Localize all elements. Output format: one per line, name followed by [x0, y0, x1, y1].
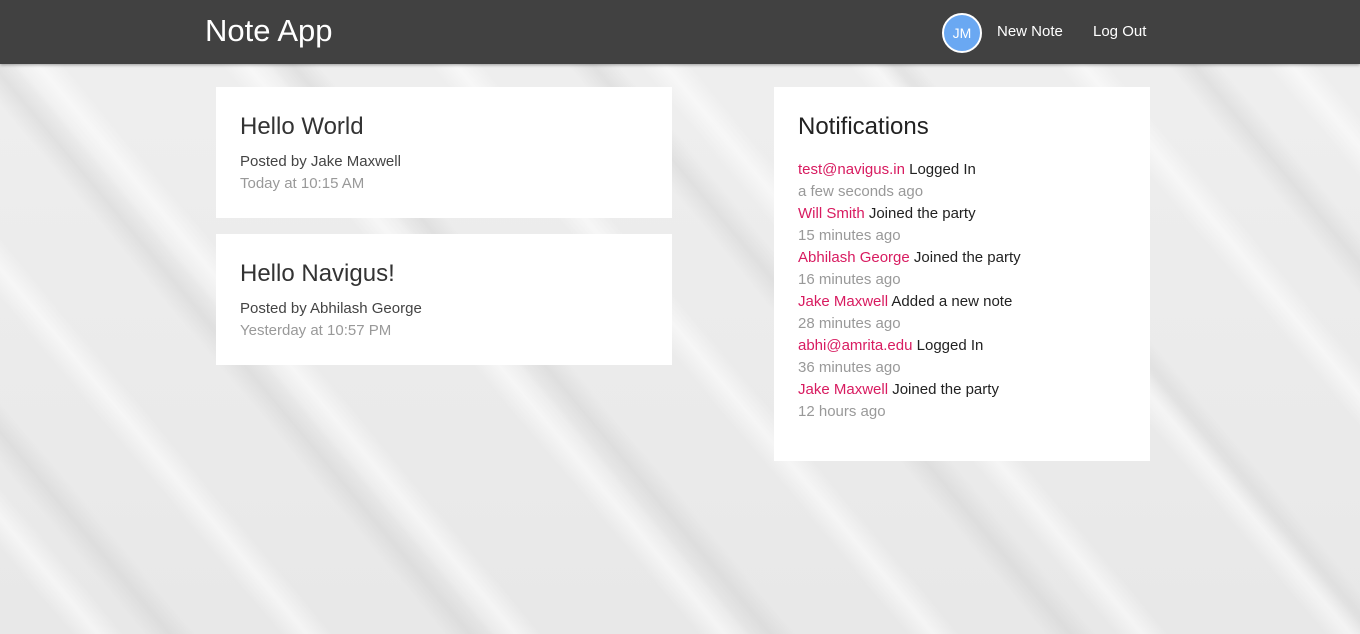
notification-time: 15 minutes ago [798, 227, 901, 244]
notification-user-link[interactable]: Will Smith [798, 205, 865, 222]
notification-user-link[interactable]: abhi@amrita.edu [798, 337, 912, 354]
notifications-title: Notifications [798, 113, 929, 140]
notification-action: Joined the party [892, 381, 999, 398]
notification-user-link[interactable]: test@navigus.in [798, 161, 905, 178]
notifications-list: test@navigus.in Logged In a few seconds … [798, 159, 1138, 423]
note-card[interactable]: Hello World Posted by Jake Maxwell Today… [216, 87, 672, 218]
notification-item: Jake Maxwell Joined the party 12 hours a… [798, 379, 1138, 423]
notification-action: Joined the party [913, 249, 1021, 266]
new-note-link[interactable]: New Note [997, 23, 1063, 41]
notification-action: Added a new note [891, 293, 1013, 310]
notification-action: Logged In [916, 337, 984, 354]
notification-item: Abhilash George Joined the party 16 minu… [798, 247, 1138, 291]
notifications-panel: Notifications test@navigus.in Logged In … [774, 87, 1150, 461]
notification-time: 16 minutes ago [798, 271, 901, 288]
notification-item: Jake Maxwell Added a new note 28 minutes… [798, 291, 1138, 335]
notification-time: a few seconds ago [798, 183, 924, 200]
note-title[interactable]: Hello Navigus! [240, 260, 395, 288]
notification-user-link[interactable]: Abhilash George [798, 249, 910, 266]
notification-item: abhi@amrita.edu Logged In 36 minutes ago [798, 335, 1138, 379]
note-author: Posted by Jake Maxwell [240, 153, 401, 170]
notification-time: 28 minutes ago [798, 315, 901, 332]
top-navbar: Note App JM New Note Log Out [0, 0, 1360, 64]
notification-user-link[interactable]: Jake Maxwell [798, 293, 888, 310]
note-timestamp: Yesterday at 10:57 PM [240, 322, 392, 339]
logout-link[interactable]: Log Out [1093, 23, 1146, 41]
notification-action: Logged In [909, 161, 976, 178]
notification-time: 36 minutes ago [798, 359, 901, 376]
notification-action: Joined the party [868, 205, 976, 222]
note-title[interactable]: Hello World [240, 113, 364, 141]
note-card[interactable]: Hello Navigus! Posted by Abhilash George… [216, 234, 672, 365]
user-avatar[interactable]: JM [942, 13, 982, 53]
notification-time: 12 hours ago [798, 403, 886, 420]
app-brand[interactable]: Note App [205, 13, 333, 49]
note-timestamp: Today at 10:15 AM [240, 175, 365, 192]
note-author: Posted by Abhilash George [240, 300, 422, 317]
notification-item: Will Smith Joined the party 15 minutes a… [798, 203, 1138, 247]
notification-user-link[interactable]: Jake Maxwell [798, 381, 888, 398]
notification-item: test@navigus.in Logged In a few seconds … [798, 159, 1138, 203]
